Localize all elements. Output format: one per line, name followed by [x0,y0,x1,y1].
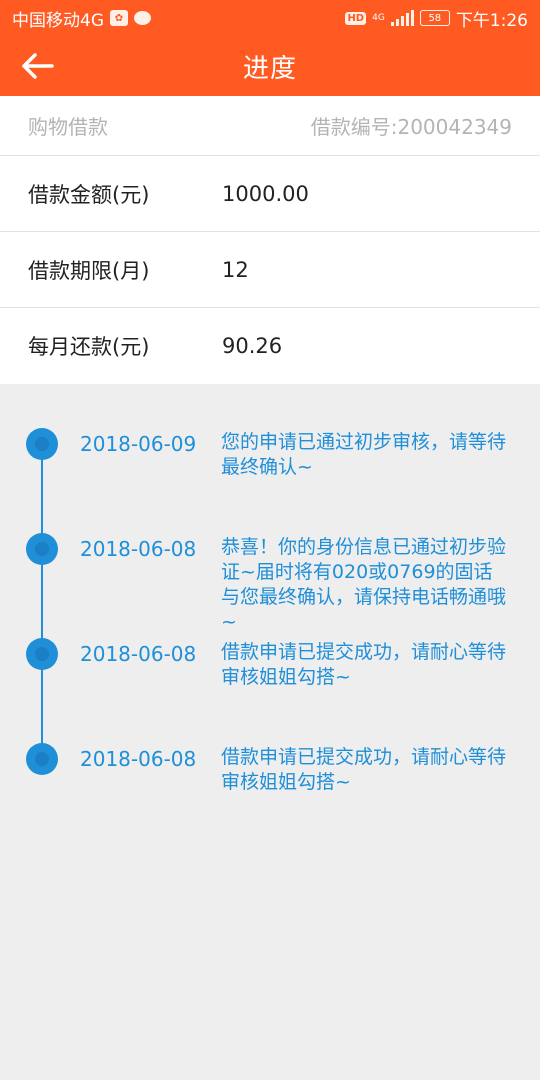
loan-header-row: 购物借款 借款编号:200042349 [0,96,540,156]
timeline-message: 您的申请已通过初步审核，请等待最终确认~ [221,431,507,478]
status-left: 中国移动4G ✿ [12,6,151,31]
timeline-message: 借款申请已提交成功，请耐心等待审核姐姐勾搭~ [221,641,507,688]
loan-term-row: 借款期限(月) 12 [0,232,540,308]
monthly-payment-row: 每月还款(元) 90.26 [0,308,540,384]
timeline-date: 2018-06-08 [80,747,197,771]
back-button[interactable] [14,44,60,88]
timeline-date: 2018-06-08 [80,642,197,666]
loan-info-panel: 购物借款 借款编号:200042349 借款金额(元) 1000.00 借款期限… [0,96,540,384]
network-type-label: 4G [372,12,385,23]
status-right: HD 4G 58 下午1:26 [345,6,528,31]
arrow-left-icon [22,53,54,79]
timeline-dot-icon [26,428,58,460]
page-title: 进度 [242,53,297,84]
monthly-payment-label: 每月还款(元) [28,335,150,359]
hd-icon: HD [345,11,367,25]
timeline-message: 恭喜！你的身份信息已通过初步验证~届时将有020或0769的固话与您最终确认，请… [221,536,507,633]
notification-app-icon: ✿ [110,10,128,26]
loan-term-label: 借款期限(月) [28,258,150,283]
timeline-dot-icon [26,533,58,565]
loan-amount-row: 借款金额(元) 1000.00 [0,156,540,232]
app-bar: 进度 [0,36,540,96]
timeline-dot-icon [26,743,58,775]
battery-icon: 58 [419,10,450,26]
carrier-label: 中国移动4G [12,10,104,31]
chat-bubble-icon [134,11,151,25]
timeline-dot-icon [26,638,58,670]
loan-number-label: 借款编号:200042349 [310,115,512,139]
monthly-payment-value: 90.26 [222,334,283,358]
timeline-date: 2018-06-09 [80,432,197,456]
signal-strength-icon [390,10,414,26]
timeline-line [41,444,43,758]
loan-amount-label: 借款金额(元) [28,182,150,207]
timeline-message: 借款申请已提交成功，请耐心等待审核姐姐勾搭~ [221,746,507,793]
loan-term-value: 12 [222,257,249,282]
clock-label: 下午1:26 [455,10,528,31]
progress-timeline: 2018-06-09 您的申请已通过初步审核，请等待最终确认~ 2018-06-… [0,384,540,1080]
loan-type-label: 购物借款 [28,115,108,139]
timeline-date: 2018-06-08 [80,537,197,561]
status-bar: 中国移动4G ✿ HD 4G 58 下午1:26 [0,0,540,36]
loan-amount-value: 1000.00 [222,181,309,206]
